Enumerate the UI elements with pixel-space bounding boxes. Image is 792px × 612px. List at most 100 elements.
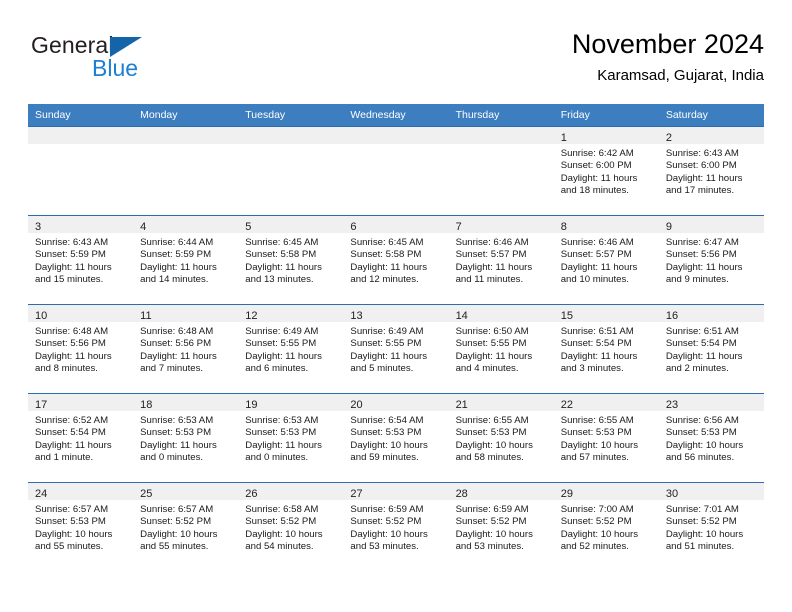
day-number-band: 15 — [553, 305, 659, 322]
day-daylight-1-text: Daylight: 10 hours — [455, 528, 533, 540]
day-number: 19 — [245, 399, 258, 411]
day-details: Sunrise: 6:53 AM Sunset: 5:53 PM Daylight:… — [238, 411, 343, 465]
day-number: 6 — [350, 221, 357, 233]
day-number-band: 17 — [28, 394, 134, 411]
day-details: Sunrise: 6:49 AM Sunset: 5:55 PM Daylight:… — [238, 322, 343, 376]
calendar-page: General Blue November 2024 Karamsad, Guj… — [0, 0, 792, 612]
day-sunrise-text: Sunrise: 6:53 AM — [140, 415, 214, 426]
calendar-day-cell[interactable]: 9 Sunrise: 6:47 AM Sunset: 5:56 PM Daylight… — [658, 215, 764, 305]
calendar-day-cell[interactable]: 25 Sunrise: 6:57 AM Sunset: 5:52 PM Dayligh… — [133, 482, 239, 571]
day-sunrise-text: Sunrise: 6:48 AM — [140, 326, 214, 337]
calendar-day-cell[interactable]: 17 Sunrise: 6:52 AM Sunset: 5:54 PM Dayligh… — [28, 393, 134, 483]
calendar-day-cell[interactable]: 21 Sunrise: 6:55 AM Sunset: 5:53 PM Dayligh… — [448, 393, 554, 483]
day-number-band: 9 — [658, 216, 764, 233]
day-daylight-2-text: and 10 minutes. — [560, 274, 629, 286]
day-daylight-2-text: and 59 minutes. — [350, 452, 419, 464]
calendar-day-cell[interactable]: 28 Sunrise: 6:59 AM Sunset: 5:52 PM Dayligh… — [448, 482, 554, 571]
day-daylight-2-text: and 4 minutes. — [455, 363, 519, 375]
calendar-day-cell[interactable]: 13 Sunrise: 6:49 AM Sunset: 5:55 PM Dayligh… — [343, 304, 449, 394]
calendar-day-cell[interactable]: 7 Sunrise: 6:46 AM Sunset: 5:57 PM Daylight… — [448, 215, 554, 305]
day-sunset-text: Sunset: 5:53 PM — [455, 427, 527, 439]
calendar-day-cell[interactable]: 27 Sunrise: 6:59 AM Sunset: 5:52 PM Dayligh… — [343, 482, 449, 571]
calendar-week-row: 24 Sunrise: 6:57 AM Sunset: 5:53 PM Dayligh… — [28, 482, 764, 571]
day-number-band: 12 — [238, 305, 344, 322]
calendar-day-cell[interactable]: 5 Sunrise: 6:45 AM Sunset: 5:58 PM Daylight… — [238, 215, 344, 305]
day-number-band: 28 — [448, 483, 554, 500]
day-number: 30 — [665, 488, 679, 500]
day-daylight-1-text: Daylight: 11 hours — [140, 350, 217, 362]
page-header: General Blue November 2024 Karamsad, Guj… — [28, 28, 764, 94]
day-details: Sunrise: 6:55 AM Sunset: 5:53 PM Daylight:… — [449, 411, 554, 465]
weekday-header-tuesday: Tuesday — [238, 104, 344, 127]
day-daylight-1-text: Daylight: 11 hours — [560, 350, 638, 362]
day-number-band: 3 — [28, 216, 134, 233]
general-blue-logo[interactable]: General Blue — [28, 32, 228, 88]
calendar-day-cell[interactable]: 2 Sunrise: 6:43 AM Sunset: 6:00 PM Daylight… — [658, 126, 764, 216]
day-details: Sunrise: 6:57 AM Sunset: 5:52 PM Daylight:… — [133, 500, 238, 554]
day-daylight-2-text: and 1 minute. — [35, 452, 94, 464]
day-number-band — [448, 127, 554, 144]
calendar-day-cell[interactable]: 8 Sunrise: 6:46 AM Sunset: 5:57 PM Daylight… — [553, 215, 659, 305]
day-number: 12 — [245, 310, 258, 322]
calendar-day-cell-empty — [343, 126, 449, 216]
calendar-day-cell[interactable]: 16 Sunrise: 6:51 AM Sunset: 5:54 PM Dayligh… — [658, 304, 764, 394]
calendar-day-cell[interactable]: 11 Sunrise: 6:48 AM Sunset: 5:56 PM Dayligh… — [133, 304, 239, 394]
day-daylight-1-text: Daylight: 11 hours — [350, 350, 428, 362]
day-daylight-2-text: and 8 minutes. — [35, 363, 98, 375]
day-daylight-1-text: Daylight: 10 hours — [35, 528, 113, 540]
day-daylight-2-text: and 55 minutes. — [35, 541, 104, 553]
day-sunrise-text: Sunrise: 6:50 AM — [455, 326, 529, 337]
calendar-day-cell[interactable]: 20 Sunrise: 6:54 AM Sunset: 5:53 PM Dayligh… — [343, 393, 449, 483]
calendar-day-cell[interactable]: 3 Sunrise: 6:43 AM Sunset: 5:59 PM Daylight… — [28, 215, 134, 305]
day-number-band: 13 — [343, 305, 449, 322]
day-number-band: 14 — [448, 305, 554, 322]
calendar-day-cell[interactable]: 29 Sunrise: 7:00 AM Sunset: 5:52 PM Dayligh… — [553, 482, 659, 571]
day-daylight-2-text: and 0 minutes. — [245, 452, 309, 464]
calendar-day-cell[interactable]: 15 Sunrise: 6:51 AM Sunset: 5:54 PM Dayligh… — [553, 304, 659, 394]
day-number: 20 — [350, 399, 363, 411]
calendar-day-cell[interactable]: 1 Sunrise: 6:42 AM Sunset: 6:00 PM Daylight… — [553, 126, 659, 216]
calendar-day-cell[interactable]: 10 Sunrise: 6:48 AM Sunset: 5:56 PM Dayligh… — [28, 304, 134, 394]
day-sunset-text: Sunset: 5:57 PM — [455, 249, 527, 261]
day-sunrise-text: Sunrise: 7:00 AM — [560, 504, 634, 515]
calendar-body: 1 Sunrise: 6:42 AM Sunset: 6:00 PM Daylight… — [28, 126, 764, 571]
day-details: Sunrise: 6:53 AM Sunset: 5:53 PM Daylight:… — [133, 411, 238, 465]
weekday-header-thursday: Thursday — [448, 104, 554, 127]
day-sunset-text: Sunset: 5:55 PM — [350, 338, 422, 350]
day-sunrise-text: Sunrise: 6:43 AM — [35, 237, 109, 248]
day-number-band: 18 — [133, 394, 239, 411]
calendar-day-cell[interactable]: 14 Sunrise: 6:50 AM Sunset: 5:55 PM Dayligh… — [448, 304, 554, 394]
day-daylight-1-text: Daylight: 10 hours — [245, 528, 323, 540]
weekday-header-saturday: Saturday — [658, 104, 764, 127]
calendar-day-cell[interactable]: 26 Sunrise: 6:58 AM Sunset: 5:52 PM Dayligh… — [238, 482, 344, 571]
day-sunset-text: Sunset: 5:59 PM — [140, 249, 212, 261]
day-daylight-1-text: Daylight: 10 hours — [350, 528, 428, 540]
day-details: Sunrise: 6:52 AM Sunset: 5:54 PM Daylight:… — [28, 411, 133, 465]
calendar-day-cell[interactable]: 30 Sunrise: 7:01 AM Sunset: 5:52 PM Dayligh… — [658, 482, 764, 571]
day-number-band: 11 — [133, 305, 239, 322]
day-daylight-1-text: Daylight: 10 hours — [665, 439, 744, 451]
day-sunset-text: Sunset: 5:52 PM — [245, 516, 317, 528]
calendar-day-cell[interactable]: 4 Sunrise: 6:44 AM Sunset: 5:59 PM Daylight… — [133, 215, 239, 305]
calendar-day-cell[interactable]: 12 Sunrise: 6:49 AM Sunset: 5:55 PM Dayligh… — [238, 304, 344, 394]
day-daylight-2-text: and 7 minutes. — [140, 363, 204, 375]
logo-text-blue: Blue — [92, 55, 139, 81]
day-daylight-2-text: and 55 minutes. — [140, 541, 209, 553]
day-number-band: 4 — [133, 216, 239, 233]
calendar-day-cell[interactable]: 6 Sunrise: 6:45 AM Sunset: 5:58 PM Daylight… — [343, 215, 449, 305]
calendar-day-cell[interactable]: 24 Sunrise: 6:57 AM Sunset: 5:53 PM Dayligh… — [28, 482, 134, 571]
day-daylight-2-text: and 18 minutes. — [560, 185, 629, 197]
calendar-day-cell[interactable]: 23 Sunrise: 6:56 AM Sunset: 5:53 PM Dayligh… — [658, 393, 764, 483]
day-number-band: 2 — [658, 127, 764, 144]
calendar-day-cell[interactable]: 18 Sunrise: 6:53 AM Sunset: 5:53 PM Dayligh… — [133, 393, 239, 483]
day-number: 22 — [560, 399, 573, 411]
day-sunset-text: Sunset: 5:52 PM — [455, 516, 527, 528]
day-daylight-2-text: and 51 minutes. — [665, 541, 735, 553]
day-sunrise-text: Sunrise: 6:53 AM — [245, 415, 319, 426]
calendar-day-cell[interactable]: 19 Sunrise: 6:53 AM Sunset: 5:53 PM Dayligh… — [238, 393, 344, 483]
day-sunrise-text: Sunrise: 6:44 AM — [140, 237, 214, 248]
day-number-band: 7 — [448, 216, 554, 233]
calendar-day-cell[interactable]: 22 Sunrise: 6:55 AM Sunset: 5:53 PM Dayligh… — [553, 393, 659, 483]
day-number-band: 16 — [658, 305, 764, 322]
day-daylight-1-text: Daylight: 11 hours — [560, 172, 638, 184]
